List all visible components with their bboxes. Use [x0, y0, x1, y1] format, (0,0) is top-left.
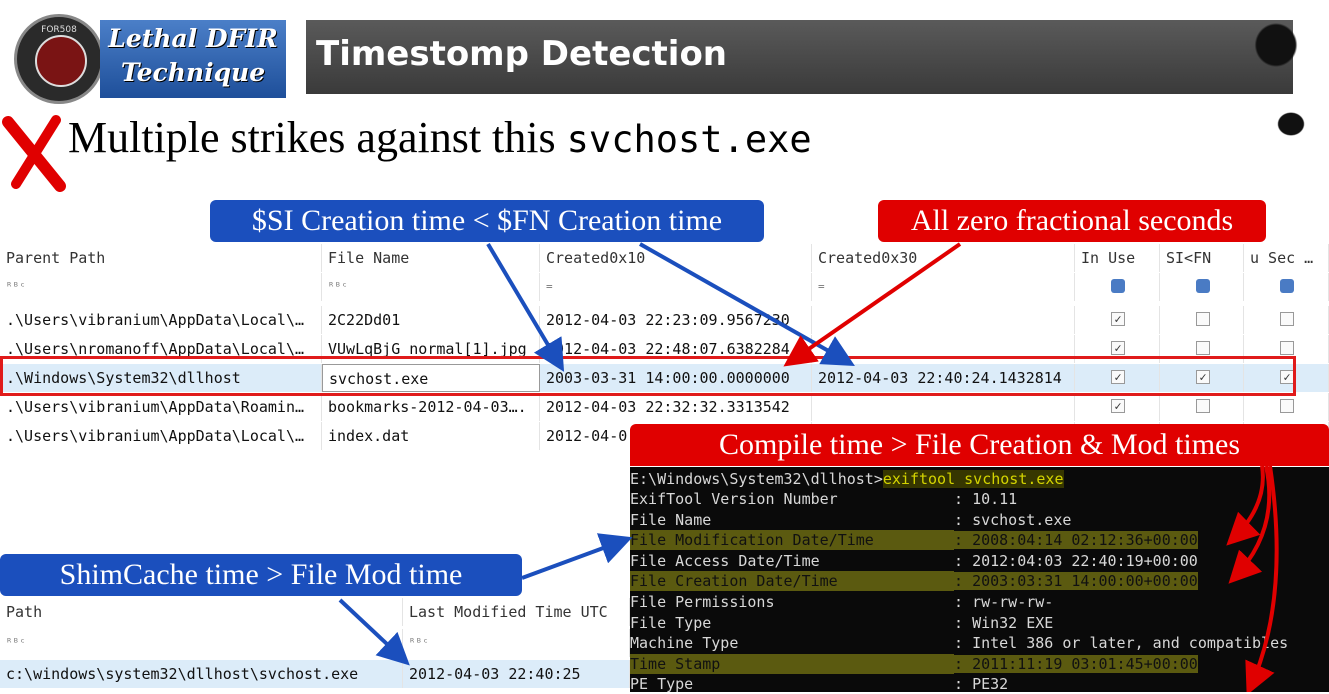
- arrow-shim-to-terminal: [521, 533, 633, 580]
- annotation-arrows: [338, 242, 1279, 692]
- arrow-compile-to-mod: [1226, 465, 1265, 546]
- arrow-zero-frac: [783, 242, 962, 367]
- arrow-shim-to-modified: [338, 598, 410, 666]
- arrow-compile-to-timestamp: [1245, 465, 1279, 692]
- arrow-si-to-created10: [486, 242, 565, 372]
